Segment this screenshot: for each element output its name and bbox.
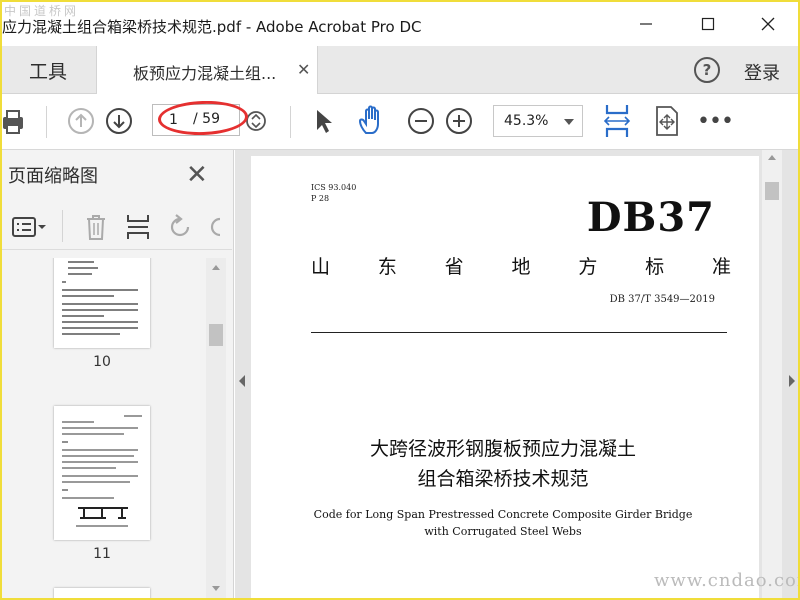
collapse-left-icon[interactable] <box>237 374 247 388</box>
print-button[interactable] <box>2 108 26 136</box>
heading-char: 省 <box>444 256 464 278</box>
tab-tools[interactable]: 工具 <box>2 46 94 94</box>
more-options-icon[interactable]: ••• <box>697 108 734 134</box>
pdf-page: ICS 93.040 P 28 DB37 山 东 省 地 方 标 准 DB 37… <box>251 156 759 598</box>
thumbnail-page-10[interactable] <box>54 258 150 348</box>
thumbnail-page-number: 11 <box>93 546 111 562</box>
p-line: P 28 <box>311 194 330 203</box>
thumbnail-panel: 页面缩略图 ✕ 10 11 <box>2 150 234 598</box>
print-icon <box>3 110 23 134</box>
hand-icon <box>358 105 379 134</box>
page-number-input[interactable] <box>155 108 187 132</box>
thumbnail-scrollbar[interactable] <box>206 258 226 598</box>
heading-char: 方 <box>578 256 598 278</box>
standard-code: DB 37/T 3549—2019 <box>609 294 715 305</box>
minus-circle-icon <box>408 108 434 134</box>
window-title: 应力混凝土组合箱梁桥技术规范.pdf - Adobe Acrobat Pro D… <box>2 18 422 36</box>
maximize-icon <box>701 17 715 31</box>
title-cn-line-1: 大跨径波形钢腹板预应力混凝土 <box>369 438 636 460</box>
thumbnail-page-12[interactable] <box>54 588 150 598</box>
fit-width-icon <box>603 105 631 137</box>
panel-title: 页面缩略图 <box>8 166 98 187</box>
ics-code: ICS 93.040 P 28 <box>311 182 356 204</box>
toolbar-separator <box>46 106 47 138</box>
maximize-button[interactable] <box>688 10 728 38</box>
heading-char: 东 <box>377 256 397 278</box>
insert-page-button[interactable] <box>124 212 152 242</box>
zoom-in-button[interactable] <box>444 106 474 136</box>
scrollbar-track <box>765 155 779 200</box>
scrollbar-track <box>209 265 223 591</box>
thumbnail-page-number: 10 <box>93 354 111 370</box>
thumbnail-options-button[interactable] <box>10 214 48 240</box>
watermark-bottom: www.cndao.com <box>654 570 798 591</box>
heading-char: 山 <box>311 256 331 278</box>
login-button[interactable]: 登录 <box>744 59 780 85</box>
minimize-icon <box>640 23 652 25</box>
arrow-down-circle-icon <box>106 108 132 134</box>
trash-icon <box>87 215 105 240</box>
rotate-cw-icon <box>210 217 221 237</box>
main-toolbar: / 59 <box>2 94 798 150</box>
title-en-line-2: with Corrugated Steel Webs <box>424 525 582 538</box>
zoom-value: 45.3% <box>504 113 549 129</box>
zoom-out-button[interactable] <box>406 106 436 136</box>
zoom-select[interactable]: 45.3% <box>493 105 583 137</box>
thumbnail-list: 10 11 <box>2 258 206 598</box>
db-mark: DB37 <box>586 194 715 241</box>
toolbar-separator <box>290 106 291 138</box>
tab-document[interactable]: 板预应力混凝土组... ✕ <box>96 46 318 95</box>
select-tool-button[interactable] <box>310 106 336 136</box>
title-cn-line-2: 组合箱梁桥技术规范 <box>417 468 589 490</box>
heading-char: 地 <box>511 256 531 278</box>
fullscreen-button[interactable] <box>652 102 682 140</box>
thumbnail-page-11-preview <box>62 415 142 527</box>
thumbnail-page-10-preview <box>62 261 138 335</box>
expand-page-icon <box>656 106 678 136</box>
page-number-box: / 59 <box>152 104 240 136</box>
rotate-right-button[interactable] <box>206 212 226 242</box>
tab-bar: 工具 板预应力混凝土组... ✕ ? 登录 <box>2 46 798 95</box>
panel-toolbar <box>2 202 232 250</box>
hand-tool-button[interactable] <box>356 104 388 138</box>
close-icon <box>761 17 775 31</box>
tab-close-icon[interactable]: ✕ <box>297 60 310 79</box>
heading-char: 准 <box>711 256 731 278</box>
rotate-left-button[interactable] <box>166 212 194 242</box>
title-bar: 中国道桥网 应力混凝土组合箱梁桥技术规范.pdf - Adobe Acrobat… <box>2 2 798 46</box>
panel-separator <box>62 210 63 242</box>
ics-line: ICS 93.040 <box>311 183 357 192</box>
stepper-icon <box>246 111 266 131</box>
document-viewport: ICS 93.040 P 28 DB37 山 东 省 地 方 标 准 DB 37… <box>235 150 798 598</box>
plus-circle-icon <box>446 108 472 134</box>
rotate-ccw-icon <box>170 214 190 237</box>
tab-document-label: 板预应力混凝土组... <box>133 64 277 83</box>
minimize-button[interactable] <box>626 10 666 38</box>
page-total: / 59 <box>193 111 220 127</box>
close-window-button[interactable] <box>748 10 788 38</box>
panel-close-icon[interactable]: ✕ <box>186 160 208 190</box>
delete-page-button[interactable] <box>82 212 110 242</box>
page-stepper[interactable] <box>244 108 268 134</box>
next-page-button[interactable] <box>104 106 134 136</box>
thumbnail-page-11[interactable] <box>54 406 150 540</box>
collapse-right-icon[interactable] <box>787 374 797 388</box>
fit-page-button[interactable] <box>602 102 632 140</box>
title-en-line-1: Code for Long Span Prestressed Concrete … <box>313 508 693 521</box>
list-options-icon <box>12 217 46 237</box>
heading-rule <box>311 332 727 333</box>
arrow-up-circle-icon <box>68 108 94 134</box>
chevron-down-icon <box>564 119 574 125</box>
cursor-arrow-icon <box>317 110 332 133</box>
previous-page-button[interactable] <box>66 106 96 136</box>
insert-page-icon <box>127 215 149 239</box>
province-standard-heading: 山 东 省 地 方 标 准 <box>311 252 731 279</box>
heading-char: 标 <box>645 256 665 278</box>
acrobat-window: 中国道桥网 应力混凝土组合箱梁桥技术规范.pdf - Adobe Acrobat… <box>2 2 798 598</box>
document-scrollbar[interactable] <box>762 150 782 598</box>
help-icon[interactable]: ? <box>694 57 720 83</box>
